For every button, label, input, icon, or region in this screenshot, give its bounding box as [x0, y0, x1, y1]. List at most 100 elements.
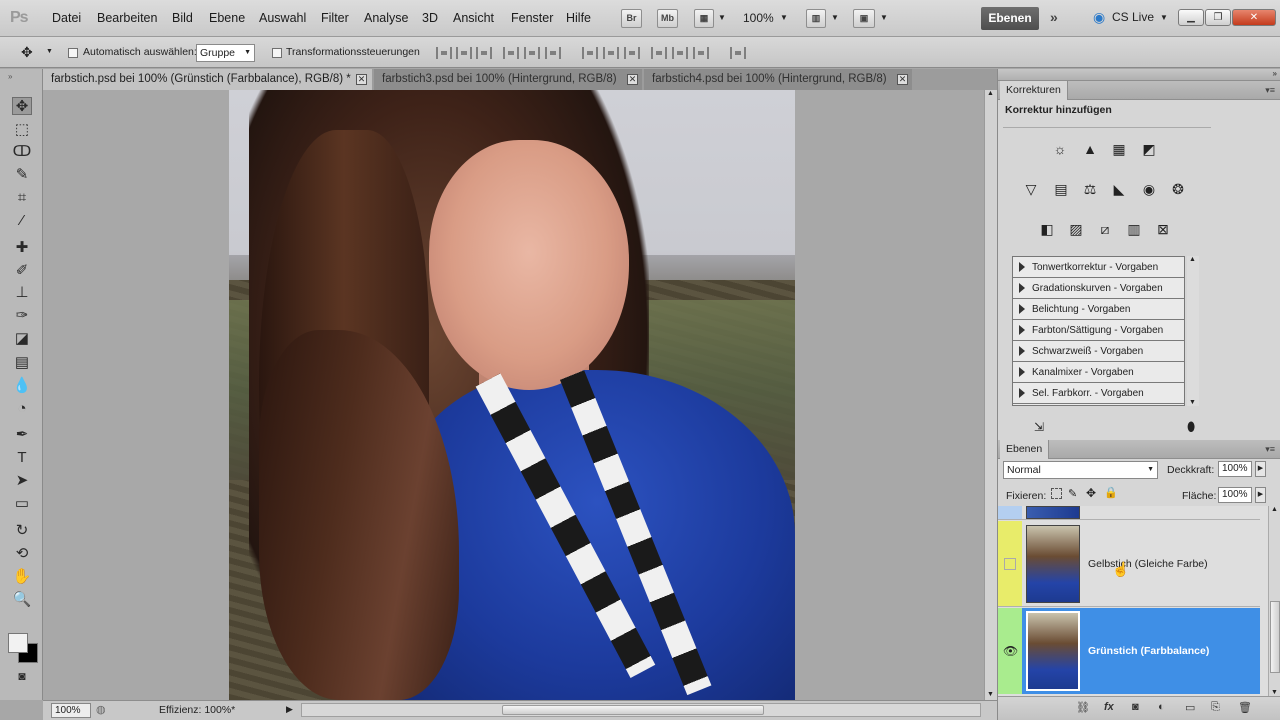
3d-rotate-tool-icon[interactable]: ↻: [12, 522, 32, 540]
chevron-down-icon[interactable]: ▼: [1160, 13, 1168, 22]
scroll-up-icon[interactable]: ▲: [1271, 506, 1278, 513]
scroll-down-icon[interactable]: ▼: [1271, 689, 1278, 696]
cslive-menu[interactable]: CS Live: [1112, 10, 1154, 24]
opacity-slider-button[interactable]: ▶: [1255, 461, 1266, 477]
pen-tool-icon[interactable]: ✒: [12, 426, 32, 444]
type-tool-icon[interactable]: T: [12, 449, 32, 467]
zoom-field[interactable]: 100%: [51, 703, 91, 718]
curves-icon[interactable]: ▦: [1108, 139, 1130, 159]
distribute-left-icon[interactable]: [651, 47, 667, 59]
tab-ebenen[interactable]: Ebenen: [1000, 440, 1050, 459]
screen-mode-icon[interactable]: ▣: [853, 9, 875, 28]
scroll-down-icon[interactable]: ▼: [987, 691, 994, 698]
close-icon[interactable]: ✕: [356, 74, 367, 85]
brush-tool-icon[interactable]: ✐: [12, 262, 32, 280]
close-button[interactable]: ✕: [1232, 9, 1276, 26]
clone-stamp-tool-icon[interactable]: ⊥: [12, 284, 32, 302]
move-tool-icon[interactable]: ✥: [12, 97, 32, 115]
preset-item[interactable]: Schwarzweiß - Vorgaben: [1013, 341, 1184, 362]
expand-view-icon[interactable]: ⇲: [1034, 420, 1044, 434]
distribute-right-icon[interactable]: [693, 47, 709, 59]
extras-icon[interactable]: ▦: [694, 9, 714, 28]
menu-filter[interactable]: Filter: [321, 11, 349, 25]
align-hcenter-icon[interactable]: [524, 47, 540, 59]
exposure-icon[interactable]: ◩: [1138, 139, 1160, 159]
path-selection-tool-icon[interactable]: ➤: [12, 472, 32, 490]
lock-all-icon[interactable]: 🔒: [1104, 486, 1118, 499]
brightness-contrast-icon[interactable]: ☼: [1049, 139, 1071, 159]
panel-menu-icon[interactable]: ▾≡: [1265, 444, 1275, 455]
transform-checkbox[interactable]: [272, 47, 282, 59]
3d-orbit-tool-icon[interactable]: ⟲: [12, 545, 32, 563]
layer-row[interactable]: Gelbstich (Gleiche Farbe) ☝: [998, 521, 1260, 607]
healing-brush-tool-icon[interactable]: ✚: [12, 239, 32, 257]
tab-farbstich3[interactable]: farbstich3.psd bei 100% (Hintergrund, RG…: [374, 69, 642, 90]
maximize-button[interactable]: ❐: [1205, 9, 1231, 26]
canvas-horizontal-scrollbar[interactable]: [301, 703, 981, 717]
preset-item[interactable]: Sel. Farbkorr. - Vorgaben: [1013, 383, 1184, 404]
zoom-level[interactable]: 100%: [743, 11, 774, 25]
chevron-down-icon[interactable]: ▼: [46, 48, 53, 55]
more-workspaces-icon[interactable]: »: [1050, 9, 1058, 25]
distribute-top-icon[interactable]: [582, 47, 598, 59]
lock-position-icon[interactable]: ✥: [1086, 486, 1096, 500]
eyedropper-tool-icon[interactable]: ⁄: [12, 212, 32, 230]
gradient-map-icon[interactable]: ▥: [1123, 219, 1145, 239]
clip-layer-icon[interactable]: ⬮: [1187, 419, 1195, 435]
lock-transparency-icon[interactable]: [1051, 488, 1062, 499]
quick-mask-icon[interactable]: ◙: [12, 667, 32, 685]
collapse-icon[interactable]: »: [8, 72, 12, 81]
preset-item[interactable]: Farbton/Sättigung - Vorgaben: [1013, 320, 1184, 341]
layer-mask-icon[interactable]: ◙: [1132, 701, 1139, 713]
align-vcenter-icon[interactable]: [456, 47, 472, 59]
scroll-thumb[interactable]: [1270, 601, 1280, 673]
chevron-down-icon[interactable]: ▼: [780, 13, 788, 22]
zoom-tool-icon[interactable]: 🔍: [12, 591, 32, 609]
distribute-vcenter-icon[interactable]: [603, 47, 619, 59]
fill-input[interactable]: 100%: [1218, 487, 1252, 503]
adjustment-layer-icon[interactable]: ◐: [1158, 701, 1165, 713]
canvas-vertical-scrollbar[interactable]: ▲ ▼: [984, 90, 997, 700]
layer-row-selected[interactable]: 👁 Grünstich (Farbbalance): [998, 608, 1260, 694]
foreground-color-swatch-top[interactable]: [8, 633, 28, 653]
selective-color-icon[interactable]: ⊠: [1152, 219, 1174, 239]
chevron-down-icon[interactable]: ▼: [831, 13, 839, 22]
visibility-toggle[interactable]: [1004, 558, 1016, 570]
preset-scrollbar[interactable]: ▲ ▼: [1187, 256, 1199, 406]
eraser-tool-icon[interactable]: ◪: [12, 330, 32, 348]
vibrance-icon[interactable]: ▽: [1020, 179, 1042, 199]
layers-scrollbar[interactable]: ▲ ▼: [1268, 506, 1280, 696]
lock-pixels-icon[interactable]: ✎: [1068, 487, 1077, 500]
tab-farbstich[interactable]: farbstich.psd bei 100% (Grünstich (Farbb…: [43, 69, 372, 90]
preset-item[interactable]: Kanalmixer - Vorgaben: [1013, 362, 1184, 383]
blur-tool-icon[interactable]: 💧: [12, 377, 32, 395]
shape-tool-icon[interactable]: ▭: [12, 495, 32, 513]
preset-item[interactable]: Belichtung - Vorgaben: [1013, 299, 1184, 320]
align-bottom-icon[interactable]: [476, 47, 492, 59]
layer-style-icon[interactable]: fx: [1104, 701, 1114, 713]
history-brush-tool-icon[interactable]: ✑: [12, 307, 32, 325]
tab-farbstich4[interactable]: farbstich4.psd bei 100% (Hintergrund, RG…: [644, 69, 912, 90]
channel-mixer-icon[interactable]: ❂: [1167, 179, 1189, 199]
scroll-up-icon[interactable]: ▲: [1189, 256, 1196, 263]
menu-bearbeiten[interactable]: Bearbeiten: [97, 11, 157, 25]
preset-item[interactable]: Tonwertkorrektur - Vorgaben: [1013, 257, 1184, 278]
scroll-thumb[interactable]: [502, 705, 764, 715]
hue-saturation-icon[interactable]: ▤: [1050, 179, 1072, 199]
black-white-icon[interactable]: ◣: [1108, 179, 1130, 199]
new-group-icon[interactable]: ▭: [1185, 701, 1195, 714]
close-icon[interactable]: ✕: [897, 74, 908, 85]
photo-filter-icon[interactable]: ◉: [1138, 179, 1160, 199]
status-options-icon[interactable]: ◍: [96, 703, 106, 716]
link-layers-icon[interactable]: ⛓: [1076, 701, 1090, 714]
arrange-documents-icon[interactable]: ▥: [806, 9, 826, 28]
scroll-up-icon[interactable]: ▲: [987, 90, 994, 97]
align-top-icon[interactable]: [436, 47, 452, 59]
minibridge-button[interactable]: Mb: [657, 9, 678, 28]
tab-korrekturen[interactable]: Korrekturen: [1000, 81, 1068, 100]
crop-tool-icon[interactable]: ⌗: [12, 189, 32, 207]
hand-tool-icon[interactable]: ✋: [12, 568, 32, 586]
collapse-icon[interactable]: »: [1273, 69, 1277, 78]
lasso-tool-icon[interactable]: ↀ: [12, 143, 32, 161]
chevron-down-icon[interactable]: ▼: [718, 13, 726, 22]
